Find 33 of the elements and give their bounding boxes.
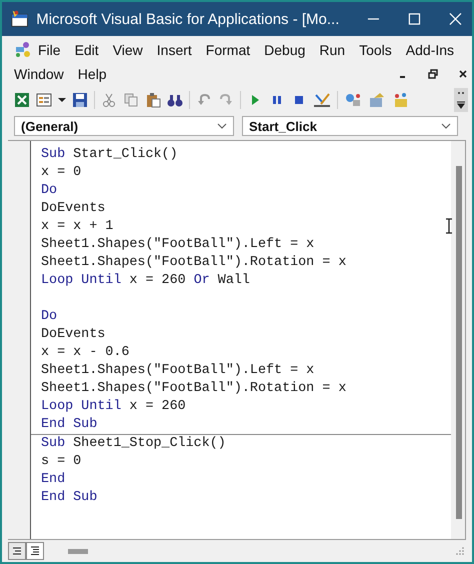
menu-item[interactable]: Tools [359,40,392,60]
code-line: Do [41,308,58,326]
code-line: Sheet1.Shapes("FootBall").Rotation = x [41,380,346,398]
menu-item[interactable]: Run [319,40,346,60]
menu-item[interactable]: Insert [156,40,192,60]
menu-item[interactable]: Help [78,64,107,84]
code-line: Sheet1.Shapes("FootBall").Left = x [41,362,314,380]
code-line: Sub Start_Click() [41,146,178,164]
menu-item[interactable]: Edit [74,40,99,60]
code-line: Loop Until x = 260 [41,398,186,416]
code-line: End [41,471,66,489]
window-title: Microsoft Visual Basic for Applications - [Mo... [36,10,340,28]
code-line: End Sub [41,416,98,434]
code-line: s = 0 [41,453,82,471]
code-line: Sub Sheet1_Stop_Click() [41,435,226,453]
menu-item[interactable]: Add-Ins [406,40,454,60]
code-line: End Sub [41,489,98,507]
menu-item[interactable]: Debug [264,40,306,60]
code-line: DoEvents [41,200,106,218]
code-line: x = x - 0.6 [41,344,130,362]
menu-item[interactable]: Window [14,64,64,84]
code-line: Loop Until x = 260 Or Wall [41,272,250,290]
code-line: x = x + 1 [41,218,114,236]
code-line: Do [41,182,58,200]
code-line: Sheet1.Shapes("FootBall").Rotation = x [41,254,346,272]
code-line: Sheet1.Shapes("FootBall").Left = x [41,236,314,254]
menu-item[interactable]: Format [206,40,250,60]
code-line: x = 0 [41,164,82,182]
menu-item[interactable]: File [38,40,61,60]
menu-item[interactable]: View [112,40,143,60]
object-dropdown[interactable]: (General) [14,116,234,136]
code-line: DoEvents [41,326,106,344]
procedure-dropdown[interactable]: Start_Click [242,116,458,136]
